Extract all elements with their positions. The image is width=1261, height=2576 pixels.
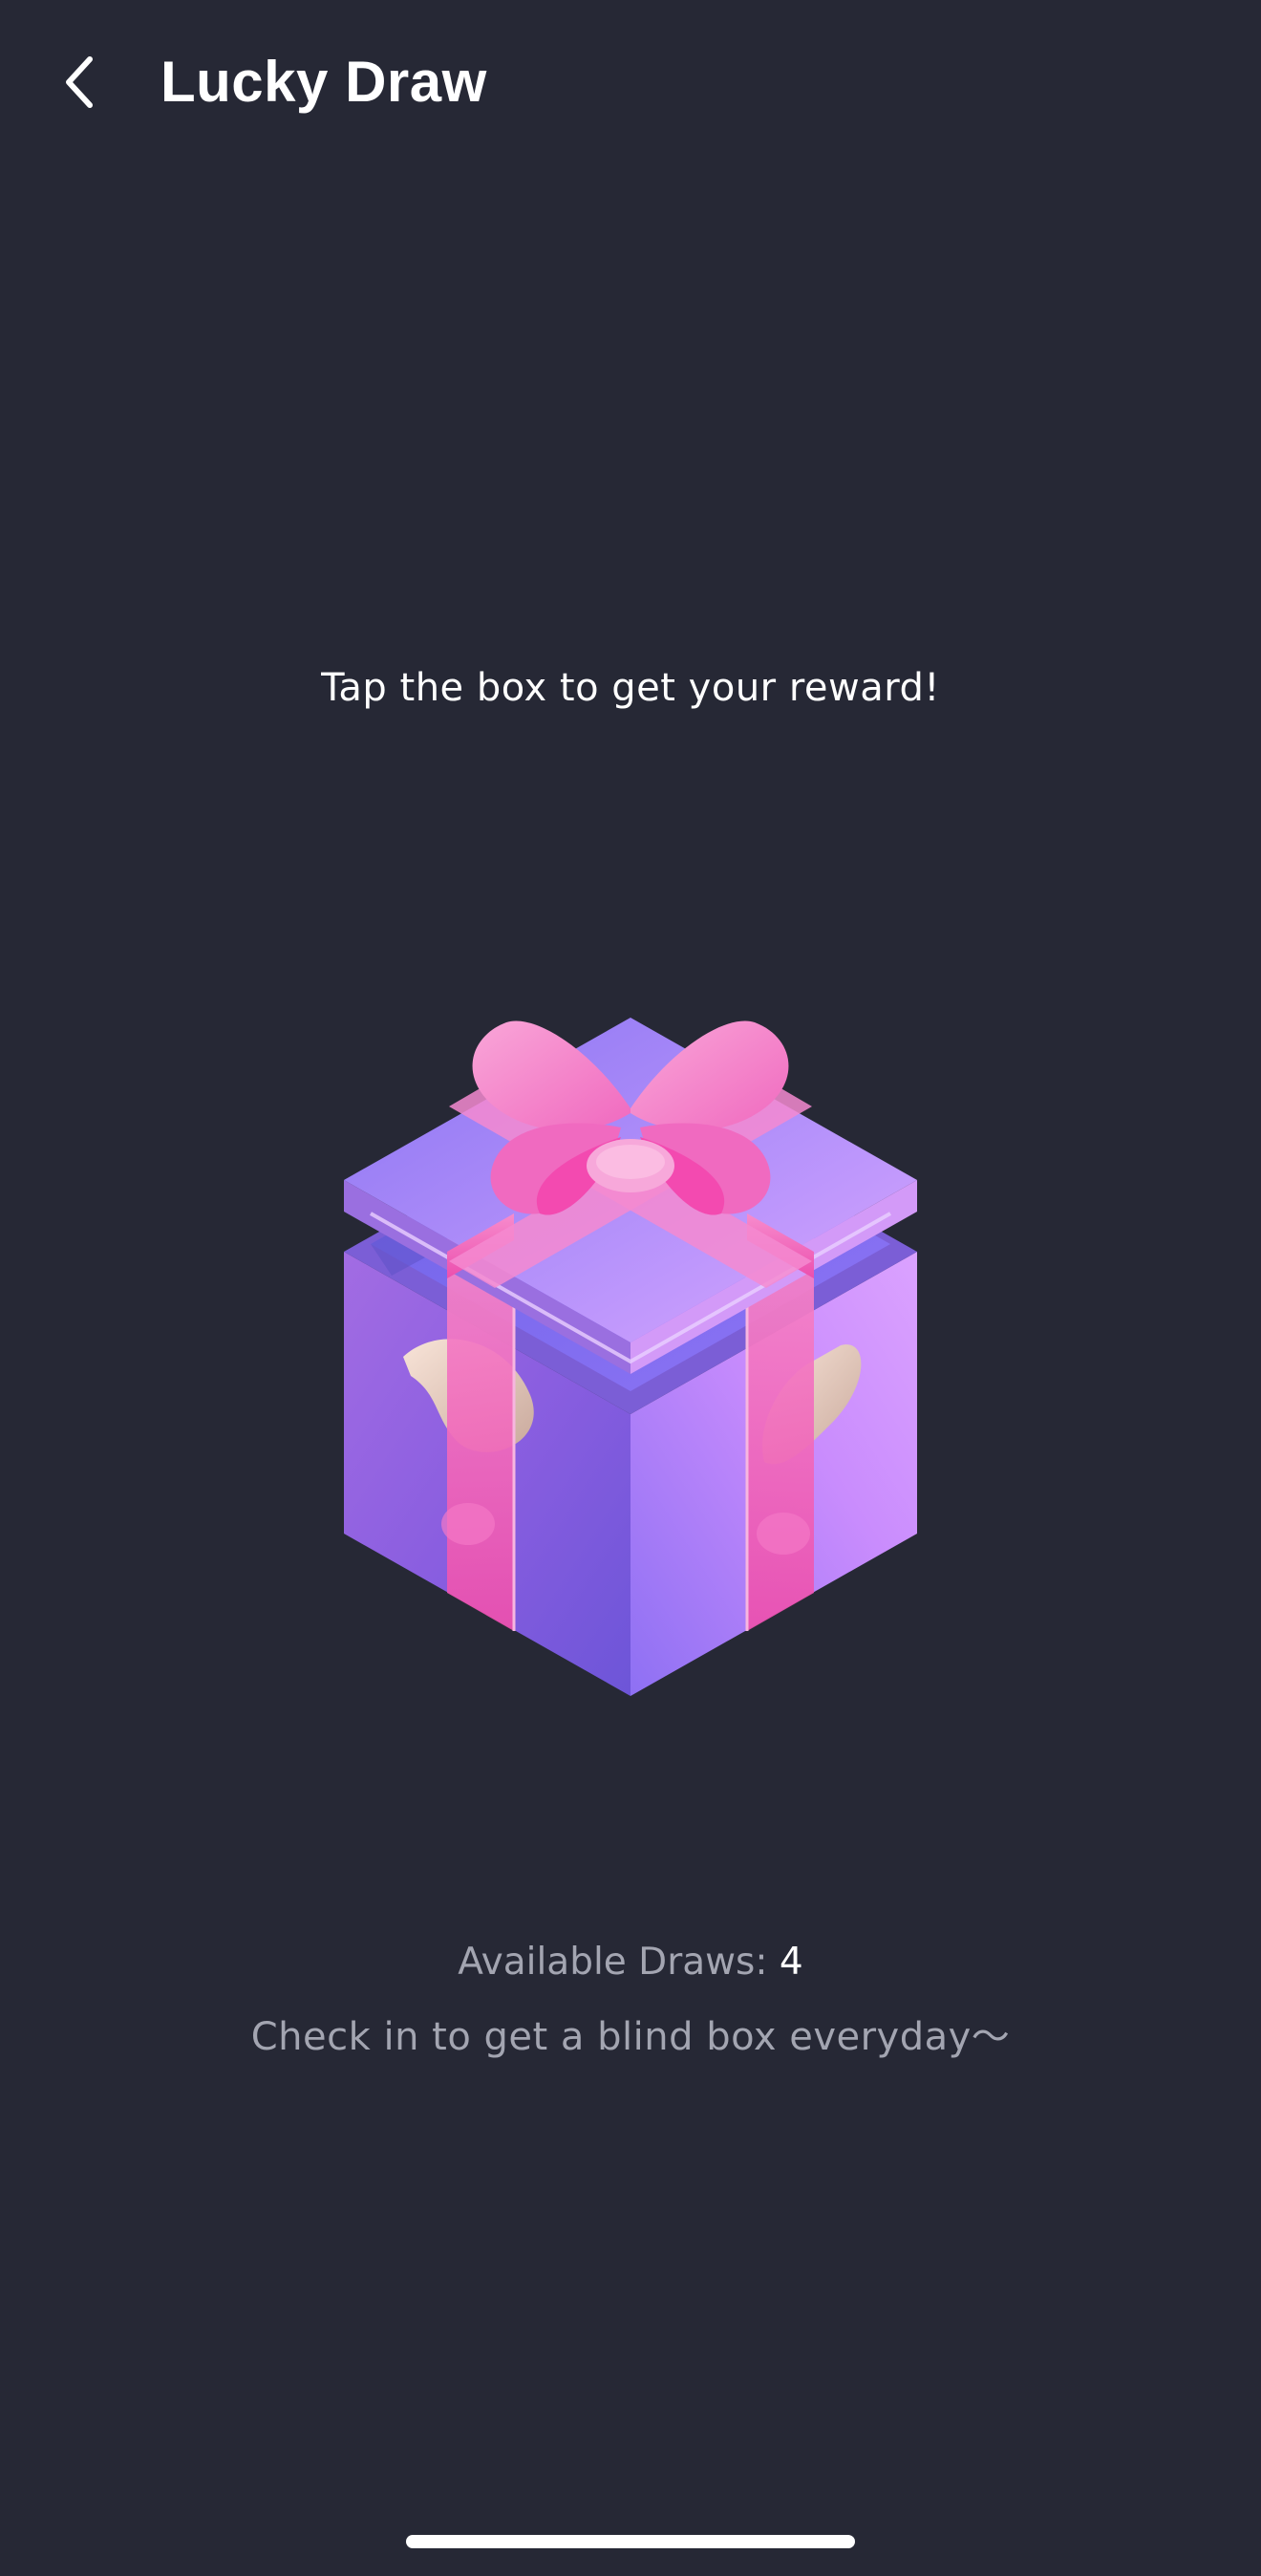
back-button[interactable] <box>50 44 111 120</box>
available-draws: Available Draws: 4 <box>0 1934 1261 1991</box>
header: Lucky Draw <box>0 0 1261 162</box>
home-indicator[interactable] <box>406 2535 855 2548</box>
gift-box-icon <box>344 1018 917 1696</box>
gift-box-button[interactable] <box>334 994 927 1710</box>
instruction-text: Tap the box to get your reward! <box>321 666 940 710</box>
checkin-hint: Check in to get a blind box everyday～ <box>250 2015 1011 2059</box>
available-draws-count: 4 <box>779 1941 803 1984</box>
page-title: Lucky Draw <box>160 50 487 114</box>
chevron-left-icon <box>66 56 93 108</box>
available-draws-label: Available Draws: <box>458 1941 768 1984</box>
